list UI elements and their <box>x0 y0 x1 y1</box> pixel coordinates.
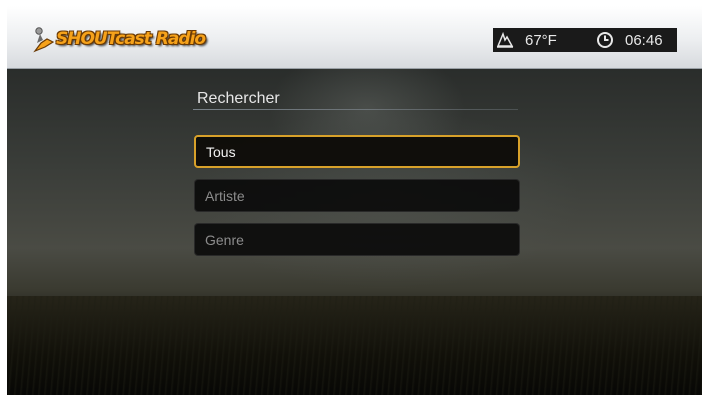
header-bar: SHOUTcast Radio 67°F 06:46 <box>7 6 702 69</box>
title-divider <box>193 109 518 110</box>
clock-widget: 06:46 <box>587 28 677 52</box>
temperature-value: 67°F <box>525 31 557 49</box>
tv-screen: SHOUTcast Radio 67°F 06:46 Rechercher To… <box>7 6 702 395</box>
menu-item-label: Tous <box>206 143 236 160</box>
panel-title: Rechercher <box>197 90 280 107</box>
weather-widget: 67°F <box>493 28 588 52</box>
menu-item-artiste[interactable]: Artiste <box>194 179 520 212</box>
app-logo: SHOUTcast Radio <box>33 24 206 54</box>
app-logo-text: SHOUTcast Radio <box>56 29 206 49</box>
menu-item-tous[interactable]: Tous <box>194 135 520 168</box>
background-field <box>7 296 702 395</box>
microphone-icon <box>33 27 55 53</box>
weather-icon <box>493 28 517 52</box>
menu-item-genre[interactable]: Genre <box>194 223 520 256</box>
time-value: 06:46 <box>625 31 663 49</box>
menu-item-label: Artiste <box>205 187 245 204</box>
menu-item-label: Genre <box>205 231 244 248</box>
clock-icon <box>593 28 617 52</box>
